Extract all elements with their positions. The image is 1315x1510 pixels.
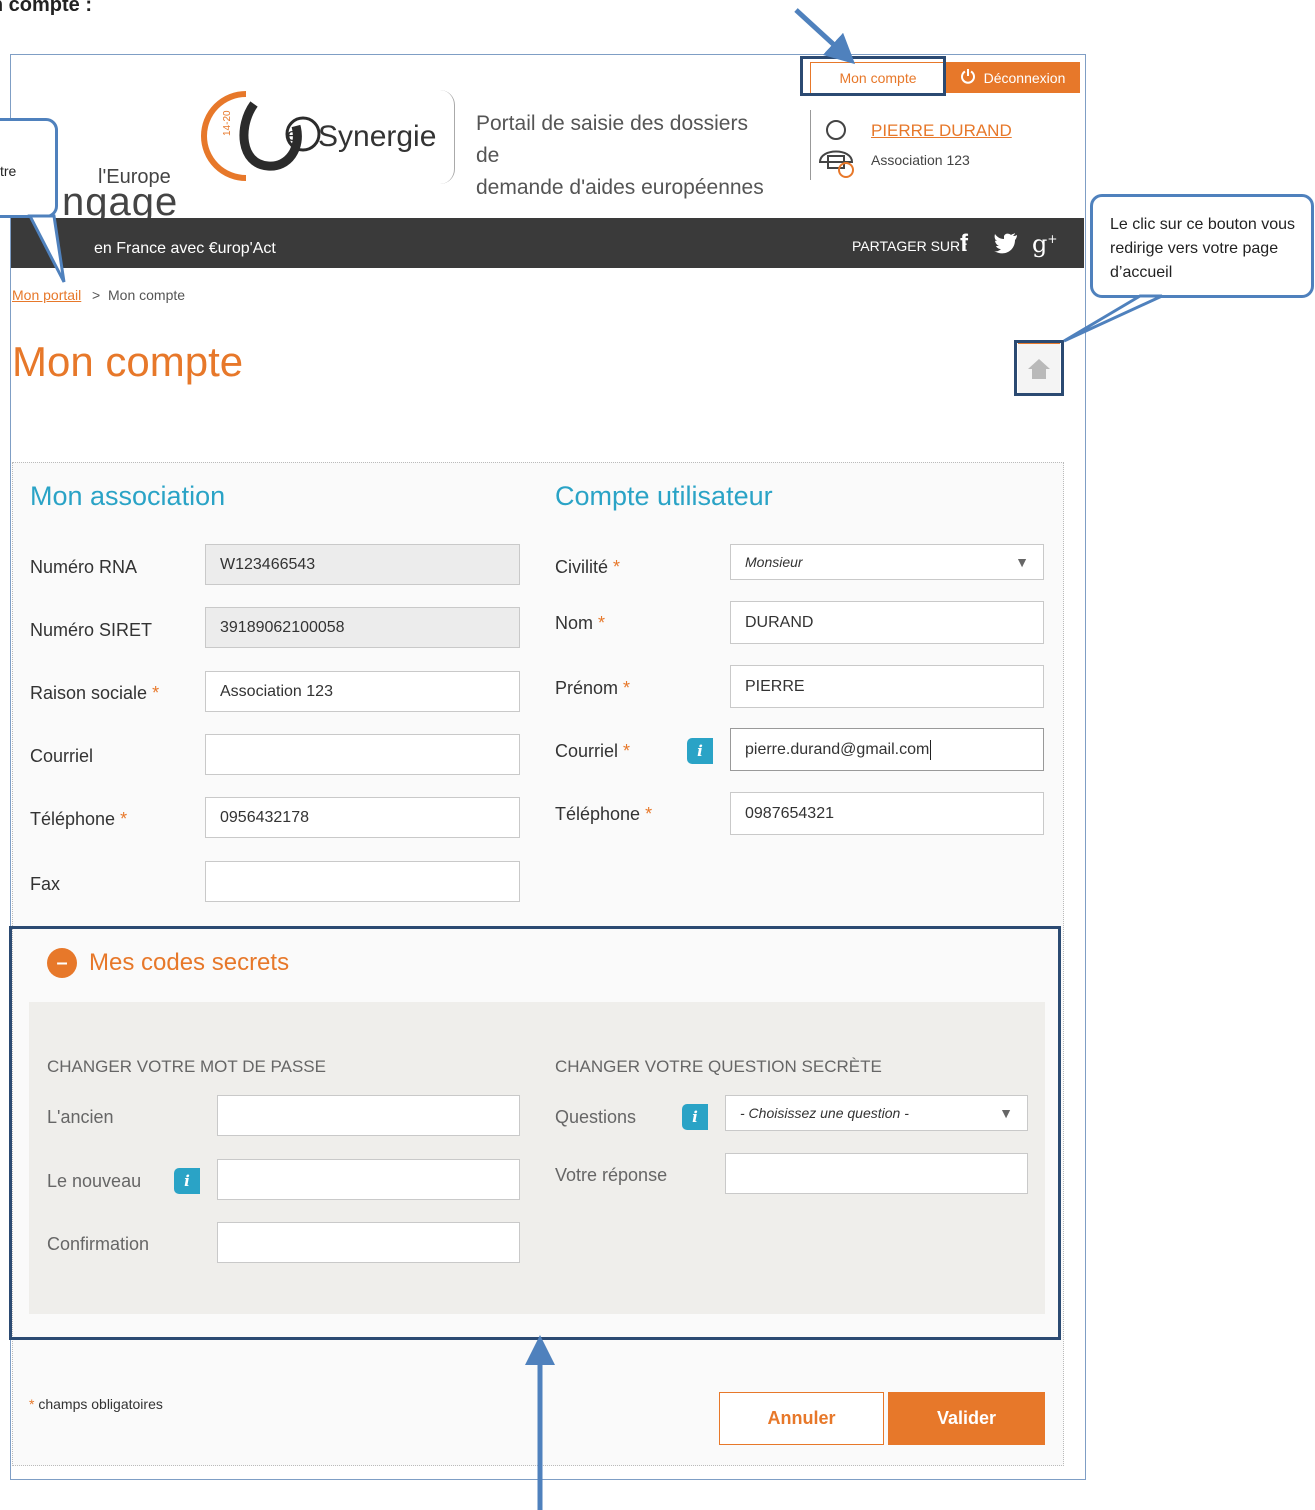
arrow-to-account <box>794 8 856 65</box>
callout-left-tail <box>27 214 66 283</box>
callout-right-tail <box>1063 294 1163 343</box>
annotation-arrows <box>27 8 1163 1510</box>
